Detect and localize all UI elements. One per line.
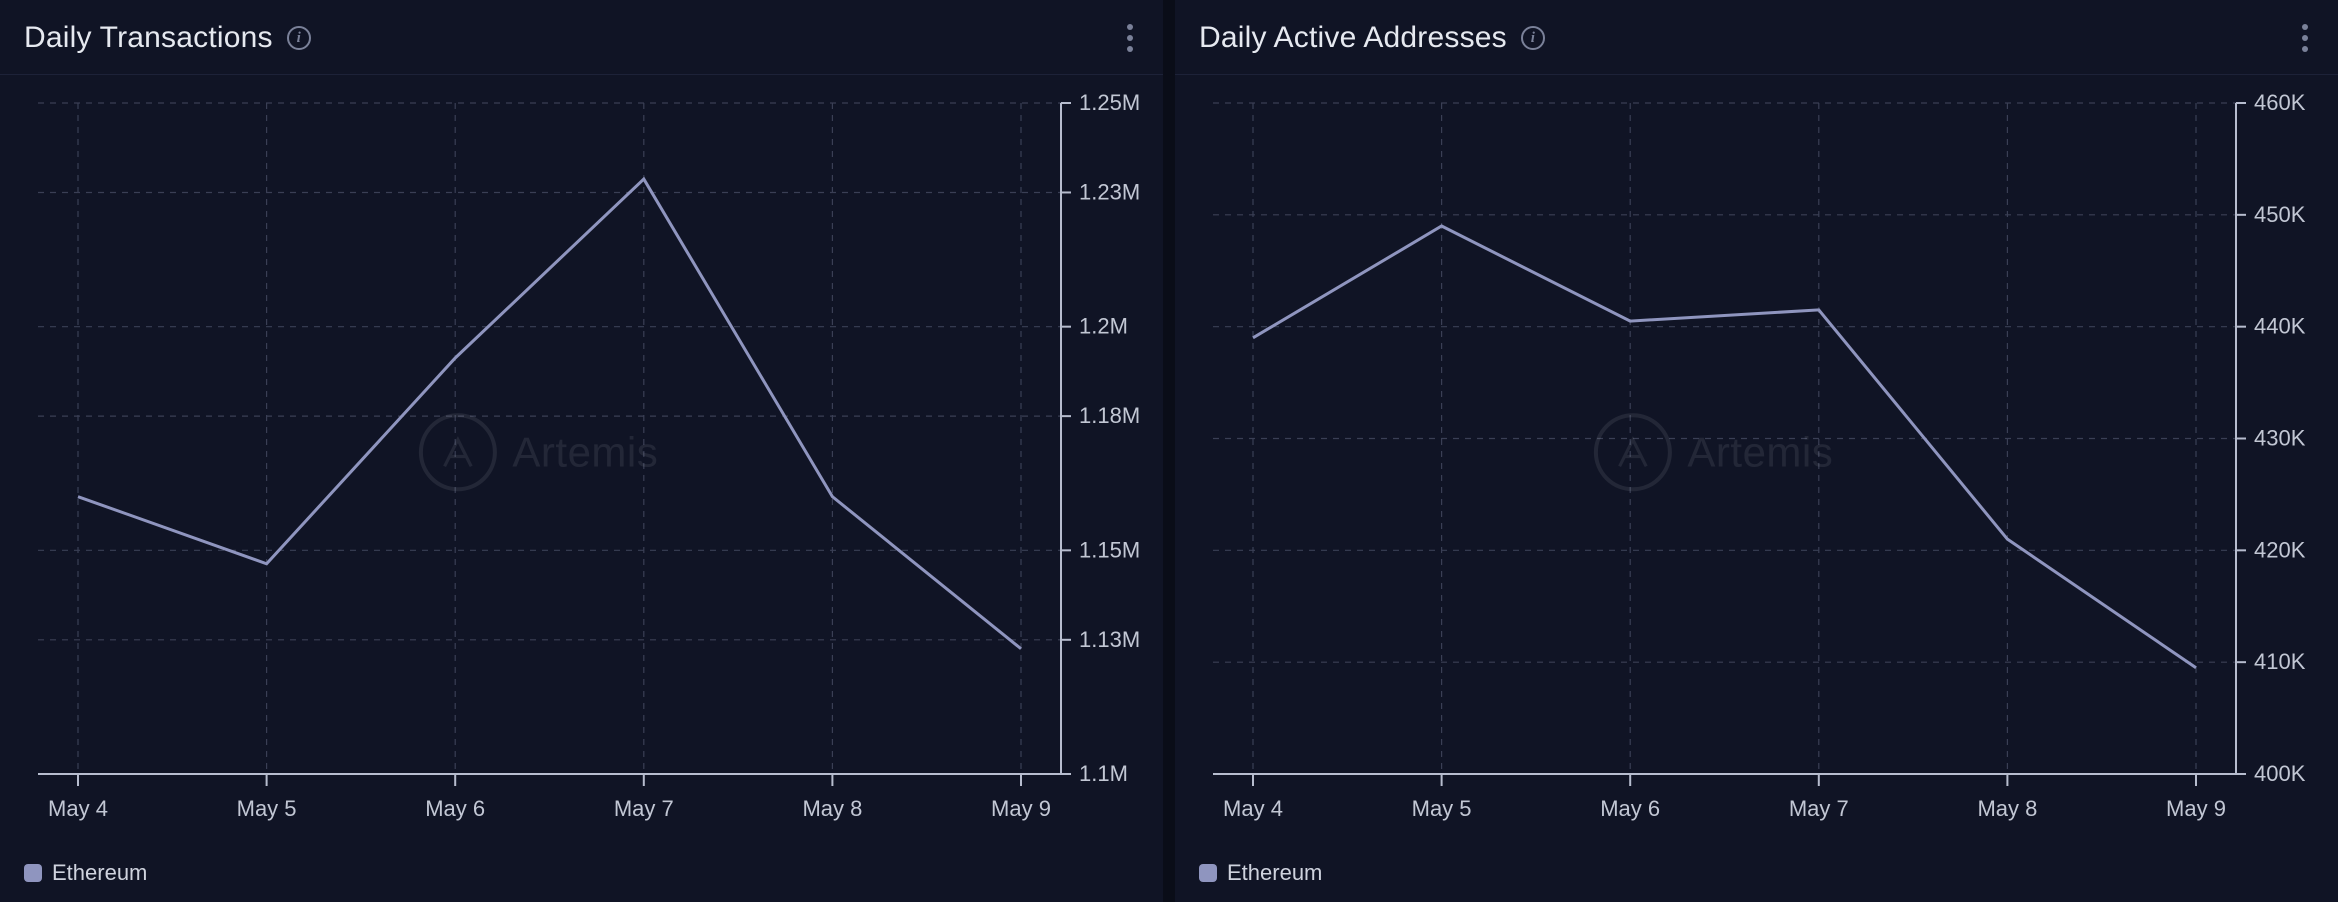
chart-area: Artemis 1.1M1.13M1.15M1.18M1.2M1.23M1.25… [0, 75, 1163, 852]
svg-text:May 4: May 4 [48, 796, 108, 821]
kebab-menu-icon[interactable] [2296, 18, 2314, 58]
svg-text:420K: 420K [2254, 537, 2306, 562]
panel-daily-active-addresses: Daily Active Addresses i Artemis 400K410… [1175, 0, 2338, 902]
svg-text:430K: 430K [2254, 426, 2306, 451]
svg-text:May 7: May 7 [1789, 796, 1849, 821]
svg-text:460K: 460K [2254, 93, 2306, 115]
svg-text:450K: 450K [2254, 202, 2306, 227]
svg-text:May 9: May 9 [2166, 796, 2226, 821]
info-icon[interactable]: i [1521, 26, 1545, 50]
title-wrap: Daily Transactions i [24, 21, 311, 55]
svg-text:410K: 410K [2254, 649, 2306, 674]
line-chart[interactable]: 400K 410K 420K 430K 440K 450K 460K May 4 May 5 Ma… [1199, 93, 2326, 844]
svg-text:May 5: May 5 [237, 796, 297, 821]
svg-text:1.15M: 1.15M [1079, 537, 1140, 562]
svg-text:1.13M: 1.13M [1079, 627, 1140, 652]
svg-text:May 5: May 5 [1412, 796, 1472, 821]
panel-title: Daily Active Addresses [1199, 21, 1507, 55]
legend-swatch [24, 864, 42, 882]
panel-header: Daily Active Addresses i [1175, 0, 2338, 75]
svg-text:May 4: May 4 [1223, 796, 1283, 821]
svg-text:May 8: May 8 [802, 796, 862, 821]
line-chart[interactable]: 1.1M 1.13M 1.15M 1.18M 1.2M 1.23M 1.25M May 4 Ma… [24, 93, 1151, 844]
kebab-menu-icon[interactable] [1121, 18, 1139, 58]
svg-text:400K: 400K [2254, 761, 2306, 786]
svg-text:440K: 440K [2254, 314, 2306, 339]
svg-text:May 9: May 9 [991, 796, 1051, 821]
dashboard-container: Daily Transactions i Artemis 1.1M1.13M1.… [0, 0, 2338, 902]
svg-text:1.1M: 1.1M [1079, 761, 1128, 786]
svg-text:May 7: May 7 [614, 796, 674, 821]
legend-label: Ethereum [52, 860, 147, 886]
svg-text:May 6: May 6 [425, 796, 485, 821]
panel-title: Daily Transactions [24, 21, 273, 55]
chart-legend: Ethereum [1175, 852, 2338, 902]
svg-text:May 6: May 6 [1600, 796, 1660, 821]
chart-legend: Ethereum [0, 852, 1163, 902]
svg-text:1.25M: 1.25M [1079, 93, 1140, 115]
svg-text:1.23M: 1.23M [1079, 179, 1140, 204]
legend-label: Ethereum [1227, 860, 1322, 886]
info-icon[interactable]: i [287, 26, 311, 50]
svg-text:May 8: May 8 [1977, 796, 2037, 821]
legend-swatch [1199, 864, 1217, 882]
title-wrap: Daily Active Addresses i [1199, 21, 1545, 55]
chart-area: Artemis 400K410K420K430K440K450K460KMay … [1175, 75, 2338, 852]
svg-text:1.2M: 1.2M [1079, 314, 1128, 339]
panel-daily-transactions: Daily Transactions i Artemis 1.1M1.13M1.… [0, 0, 1163, 902]
panel-header: Daily Transactions i [0, 0, 1163, 75]
svg-text:1.18M: 1.18M [1079, 403, 1140, 428]
